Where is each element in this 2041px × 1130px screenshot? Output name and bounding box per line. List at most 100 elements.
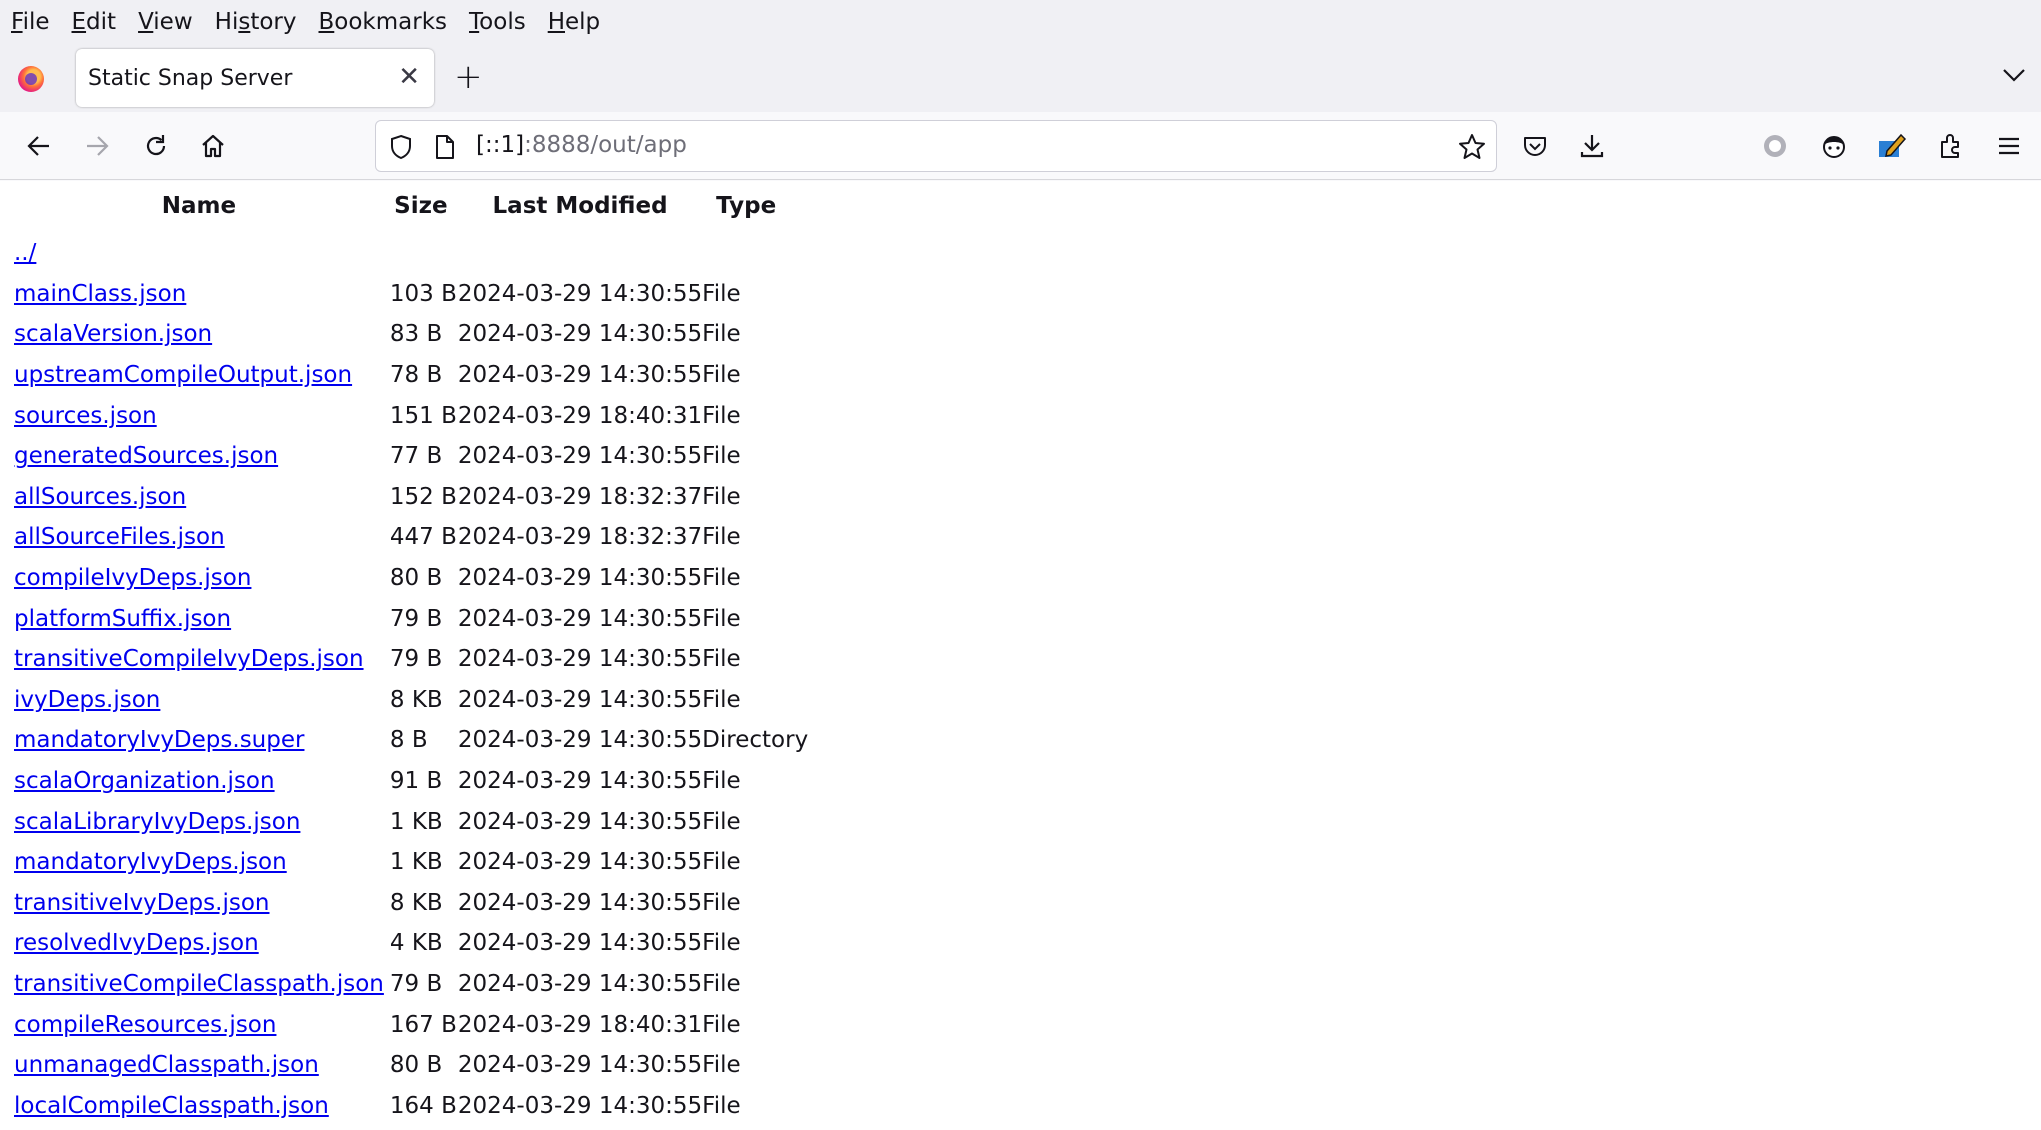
file-name-link[interactable]: mandatoryIvyDeps.super — [14, 727, 304, 753]
table-row: transitiveCompileIvyDeps.json 79 B 2024-03… — [14, 639, 808, 680]
file-type: File — [702, 930, 741, 957]
file-type: File — [702, 970, 741, 997]
url-host: [::1] — [476, 132, 525, 158]
close-tab-icon[interactable]: ✕ — [398, 62, 420, 92]
file-type: File — [702, 565, 741, 592]
star-icon[interactable] — [1457, 132, 1487, 162]
file-name-link[interactable]: scalaOrganization.json — [14, 768, 275, 794]
file-name-link[interactable]: localCompileClasspath.json — [14, 1093, 329, 1119]
table-header-row: Name Size Last Modified Type — [14, 193, 808, 233]
file-last-modified: 2024-03-29 18:40:31 — [457, 1011, 703, 1038]
file-type: File — [702, 280, 741, 307]
file-type: File — [702, 483, 741, 510]
file-name-link[interactable]: transitiveCompileIvyDeps.json — [14, 646, 364, 672]
file-name-link[interactable]: sources.json — [14, 403, 157, 429]
directory-listing-table: Name Size Last Modified Type ../ mainCla… — [14, 193, 808, 1126]
file-name-link[interactable]: scalaLibraryIvyDeps.json — [14, 809, 300, 835]
menu-item-view[interactable]: View — [138, 9, 193, 35]
file-name-link[interactable]: ivyDeps.json — [14, 687, 160, 713]
hamburger-menu-icon[interactable] — [1992, 129, 2026, 163]
file-last-modified: 2024-03-29 14:30:55 — [457, 565, 703, 592]
file-name-link[interactable]: upstreamCompileOutput.json — [14, 362, 352, 388]
file-last-modified: 2024-03-29 14:30:55 — [457, 849, 703, 876]
menu-item-file[interactable]: File — [11, 9, 50, 35]
url-text: [::1]:8888/out/app — [476, 132, 687, 158]
extensions-icon[interactable] — [1934, 129, 1968, 163]
new-tab-button[interactable]: + — [454, 58, 483, 96]
forward-icon[interactable] — [80, 129, 114, 163]
file-name-link[interactable]: compileIvyDeps.json — [14, 565, 251, 591]
table-row: unmanagedClasspath.json 80 B 2024-03-29 14… — [14, 1045, 808, 1086]
file-name-link[interactable]: resolvedIvyDeps.json — [14, 930, 259, 956]
file-name-link[interactable]: allSources.json — [14, 484, 186, 510]
file-size: 4 KB — [389, 930, 443, 957]
url-bar[interactable]: [::1]:8888/out/app — [375, 120, 1497, 172]
page-icon[interactable] — [430, 132, 460, 162]
file-type: File — [702, 889, 741, 916]
menu-item-edit[interactable]: Edit — [72, 9, 117, 35]
file-name-link[interactable]: generatedSources.json — [14, 443, 278, 469]
file-type: Directory — [702, 727, 809, 754]
file-name-link[interactable]: mainClass.json — [14, 281, 186, 307]
avatar-extension-icon[interactable] — [1817, 129, 1851, 163]
record-icon[interactable] — [1758, 129, 1792, 163]
file-size: 164 B — [389, 1092, 457, 1119]
file-name-link[interactable]: transitiveCompileClasspath.json — [14, 971, 384, 997]
menu-item-help[interactable]: Help — [548, 9, 600, 35]
download-icon[interactable] — [1575, 129, 1609, 163]
file-size: 79 B — [389, 646, 443, 673]
firefox-logo-icon — [18, 66, 44, 92]
file-last-modified: 2024-03-29 14:30:55 — [457, 808, 703, 835]
file-size: 103 B — [389, 280, 457, 307]
file-last-modified: 2024-03-29 14:30:55 — [457, 686, 703, 713]
pencil-extension-icon[interactable] — [1875, 129, 1909, 163]
back-icon[interactable] — [22, 129, 56, 163]
navigation-toolbar: [::1]:8888/out/app — [0, 112, 2041, 180]
file-name-link[interactable]: unmanagedClasspath.json — [14, 1052, 319, 1078]
file-last-modified: 2024-03-29 14:30:55 — [457, 605, 703, 632]
file-size: 8 KB — [389, 686, 443, 713]
file-type: File — [702, 1092, 741, 1119]
table-row: compileResources.json 167 B 2024-03-29 18:… — [14, 1004, 808, 1045]
pocket-icon[interactable] — [1518, 129, 1552, 163]
file-last-modified: 2024-03-29 14:30:55 — [457, 970, 703, 997]
table-row: scalaLibraryIvyDeps.json 1 KB 2024-03-29 1… — [14, 801, 808, 842]
file-last-modified: 2024-03-29 14:30:55 — [457, 768, 703, 795]
shield-icon[interactable] — [386, 132, 416, 162]
menu-item-history[interactable]: History — [215, 9, 297, 35]
file-last-modified: 2024-03-29 18:40:31 — [457, 402, 703, 429]
table-row: transitiveIvyDeps.json 8 KB 2024-03-29 14:… — [14, 883, 808, 924]
table-row: mainClass.json 103 B 2024-03-29 14:30:55 Fi… — [14, 274, 808, 315]
file-size: 1 KB — [389, 808, 443, 835]
file-last-modified: 2024-03-29 14:30:55 — [457, 1052, 703, 1079]
file-last-modified: 2024-03-29 14:30:55 — [457, 727, 703, 754]
home-icon[interactable] — [196, 129, 230, 163]
tab-static-snap-server[interactable]: Static Snap Server ✕ — [76, 49, 434, 107]
file-type: File — [702, 524, 741, 551]
file-size: 77 B — [389, 443, 443, 470]
menu-bar: File Edit View History Bookmarks Tools Help — [0, 0, 2041, 44]
reload-icon[interactable] — [139, 129, 173, 163]
menu-item-tools[interactable]: Tools — [469, 9, 526, 35]
table-row: scalaVersion.json 83 B 2024-03-29 14:30:55… — [14, 314, 808, 355]
file-size: 79 B — [389, 605, 443, 632]
file-type: File — [702, 1052, 741, 1079]
file-type: File — [702, 605, 741, 632]
column-header-last-modified: Last Modified — [492, 193, 668, 219]
file-size: 152 B — [389, 483, 457, 510]
table-row: sources.json 151 B 2024-03-29 18:40:31 File — [14, 395, 808, 436]
file-type: File — [702, 808, 741, 835]
file-size: 167 B — [389, 1011, 457, 1038]
parent-directory-link[interactable]: ../ — [14, 240, 36, 266]
file-name-link[interactable]: platformSuffix.json — [14, 606, 231, 632]
file-size: 8 B — [389, 727, 428, 754]
file-name-link[interactable]: scalaVersion.json — [14, 321, 212, 347]
file-name-link[interactable]: transitiveIvyDeps.json — [14, 890, 269, 916]
table-row: resolvedIvyDeps.json 4 KB 2024-03-29 14:30… — [14, 923, 808, 964]
file-name-link[interactable]: mandatoryIvyDeps.json — [14, 849, 287, 875]
file-name-link[interactable]: compileResources.json — [14, 1012, 276, 1038]
menu-item-bookmarks[interactable]: Bookmarks — [319, 9, 448, 35]
file-name-link[interactable]: allSourceFiles.json — [14, 524, 225, 550]
page-content: Name Size Last Modified Type ../ mainCla… — [0, 181, 2041, 1130]
list-all-tabs-chevron-icon[interactable] — [2001, 62, 2027, 88]
